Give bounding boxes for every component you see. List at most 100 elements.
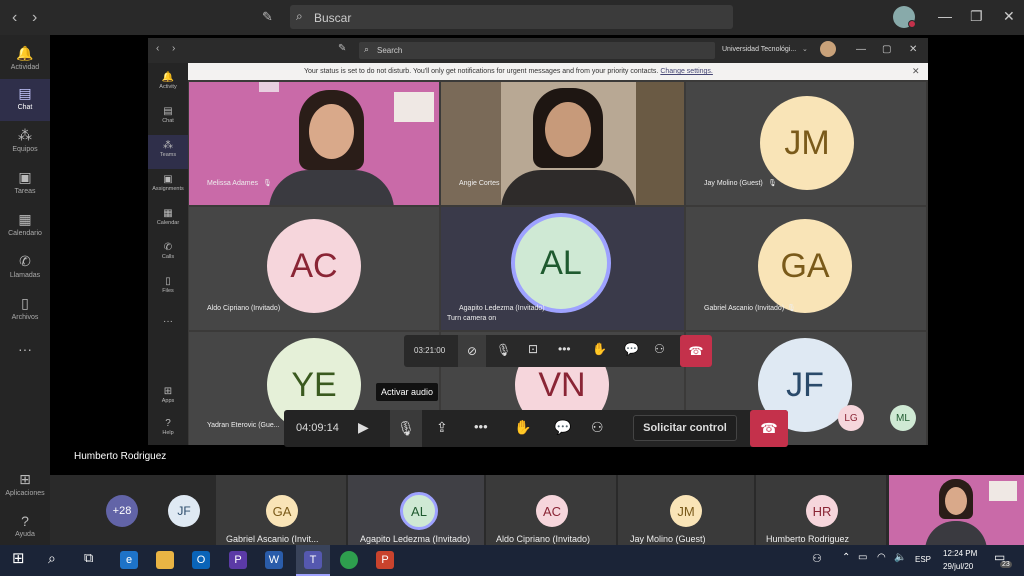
tray-chevron-icon[interactable]: ⌃	[842, 552, 850, 563]
strip-item-gabriel[interactable]: GA Gabriel Ascanio (Invit...	[216, 475, 346, 545]
chevron-down-icon[interactable]: ⌄	[802, 45, 808, 53]
mic-button[interactable]: 🎙	[496, 343, 511, 357]
teams-icon[interactable]: T	[304, 551, 322, 569]
help-icon: ?	[21, 513, 29, 529]
rail-more-button[interactable]: ···	[0, 335, 50, 377]
inner-forward-icon[interactable]: ›	[172, 43, 175, 54]
camera-off-button[interactable]: ⊘	[458, 335, 486, 367]
request-control-button[interactable]: Solicitar control	[633, 415, 737, 441]
rail-item-tareas[interactable]: ▣ Tareas	[0, 163, 50, 205]
rail-item-chat[interactable]: ▤ Chat	[0, 79, 50, 121]
more-button[interactable]: •••	[474, 419, 488, 434]
chrome-icon[interactable]	[340, 551, 358, 569]
inner-hang-up-button[interactable]: ☎	[680, 335, 712, 367]
participants-button[interactable]: ⚇	[591, 419, 604, 436]
inner-rail-calendar[interactable]: ▦ Calendar	[148, 203, 188, 237]
chat-button[interactable]: 💬	[554, 419, 571, 436]
inner-search-input[interactable]: ⌕ Search	[359, 42, 715, 59]
share-screen-button[interactable]: ⊡	[528, 342, 538, 356]
camera-button[interactable]: ▶	[358, 419, 369, 436]
strip-item-jay[interactable]: JM Jay Molino (Guest)	[618, 475, 754, 545]
compose-icon[interactable]: ✎	[262, 9, 273, 25]
inner-compose-icon[interactable]: ✎	[338, 43, 346, 54]
inner-rail-teams[interactable]: ⁂ Teams	[148, 135, 188, 169]
inner-minimize-icon[interactable]: —	[856, 44, 866, 55]
battery-icon[interactable]: ▭	[858, 552, 867, 563]
edge-icon[interactable]: e	[120, 551, 138, 569]
strip-item-agapito[interactable]: AL Agapito Ledezma (Invitado)	[348, 475, 484, 545]
search-icon[interactable]: ⌕	[48, 550, 56, 567]
teams-icon: ⁂	[163, 140, 173, 151]
bell-icon: 🔔	[16, 45, 34, 61]
strip-item-humberto[interactable]: HR Humberto Rodriguez	[756, 475, 886, 545]
minimize-icon[interactable]: —	[938, 8, 952, 24]
word-icon[interactable]: W	[265, 551, 283, 569]
outlook-icon[interactable]: O	[192, 551, 210, 569]
files-icon: ▯	[21, 295, 29, 311]
inner-rail-apps[interactable]: ⊞ Apps	[148, 381, 188, 415]
avatar[interactable]: LG	[838, 405, 864, 431]
video-tile-gabriel[interactable]: GA Gabriel Ascanio (Invitado) 🎙	[686, 207, 926, 330]
back-arrow-icon[interactable]: ‹	[12, 9, 17, 27]
video-tile-jay[interactable]: JM Jay Molino (Guest) 🎙	[686, 82, 926, 205]
inner-rail-files[interactable]: ▯ Files	[148, 271, 188, 305]
org-switcher[interactable]: Universidad Tecnológi...	[722, 46, 796, 53]
rail-item-llamadas[interactable]: ✆ Llamadas	[0, 247, 50, 289]
self-video-preview[interactable]	[889, 475, 1024, 545]
rail-item-aplicaciones[interactable]: ⊞ Aplicaciones	[0, 465, 50, 507]
inner-rail-activity[interactable]: 🔔 Activity	[148, 67, 188, 101]
rail-item-archivos[interactable]: ▯ Archivos	[0, 289, 50, 331]
inner-close-icon[interactable]: ✕	[909, 44, 917, 55]
video-tile-aldo[interactable]: AC Aldo Cipriano (Invitado)	[189, 207, 439, 330]
more-actions-button[interactable]: •••	[558, 342, 571, 356]
maximize-icon[interactable]: ❐	[970, 8, 983, 25]
rail-item-calendario[interactable]: ▦ Calendario	[0, 205, 50, 247]
chat-icon: ▤	[18, 85, 32, 101]
windows-start-icon[interactable]: ⊞	[12, 549, 25, 567]
people-icon[interactable]: ⚇	[812, 552, 822, 565]
file-explorer-icon[interactable]	[156, 551, 174, 569]
apps-icon: ⊞	[163, 386, 173, 397]
volume-icon[interactable]: 🔈	[894, 552, 906, 563]
video-tile-agapito[interactable]: AL Agapito Ledezma (Invitado)	[441, 207, 684, 330]
close-icon[interactable]: ✕	[1003, 8, 1015, 25]
raise-hand-button[interactable]: ✋	[514, 419, 531, 436]
rail-item-equipos[interactable]: ⁂ Equipos	[0, 121, 50, 163]
rail-item-ayuda[interactable]: ? Ayuda	[0, 507, 50, 549]
inner-rail-chat[interactable]: ▤ Chat	[148, 101, 188, 135]
hang-up-button[interactable]: ☎	[750, 410, 788, 447]
mic-off-icon: 🎙	[768, 180, 777, 187]
app-icon[interactable]: P	[229, 551, 247, 569]
inner-back-icon[interactable]: ‹	[156, 43, 159, 54]
notice-close-icon[interactable]: ✕	[912, 66, 920, 77]
task-view-icon[interactable]: ⧉	[84, 550, 93, 566]
more-participants-badge[interactable]: +28	[106, 495, 138, 527]
avatar[interactable]: ML	[890, 405, 916, 431]
rail-item-actividad[interactable]: 🔔 Actividad	[0, 39, 50, 81]
participants-button[interactable]: ⚇	[654, 342, 665, 356]
clock-time[interactable]: 12:24 PM	[943, 549, 977, 558]
clock-date[interactable]: 29/jul/20	[943, 562, 973, 571]
inner-rail-help[interactable]: ? Help	[148, 413, 188, 447]
video-tile-angie[interactable]: Angie Cortes	[441, 82, 684, 205]
forward-arrow-icon[interactable]: ›	[32, 9, 37, 27]
language-indicator[interactable]: ESP	[915, 555, 931, 564]
chat-button[interactable]: 💬	[624, 342, 639, 356]
strip-item-aldo[interactable]: AC Aldo Cipriano (Invitado)	[486, 475, 616, 545]
unmute-button[interactable]: 🎙	[390, 410, 422, 447]
phone-icon: ✆	[19, 253, 31, 269]
avatar[interactable]: JF	[168, 495, 200, 527]
raise-hand-button[interactable]: ✋	[592, 342, 607, 356]
change-settings-link[interactable]: Change settings.	[660, 68, 713, 75]
share-button[interactable]: ⇪	[436, 419, 448, 436]
video-tile-melissa[interactable]: Melissa Adames 🎙	[189, 82, 439, 205]
inner-rail-calls[interactable]: ✆ Calls	[148, 237, 188, 271]
inner-rail-more[interactable]: ···	[148, 311, 188, 345]
more-icon: ···	[18, 341, 32, 357]
outer-search-input[interactable]: ⌕ Buscar	[290, 5, 733, 29]
inner-profile-avatar[interactable]	[820, 41, 836, 57]
wifi-icon[interactable]: ◠	[877, 552, 886, 563]
inner-rail-assignments[interactable]: ▣ Assignments	[148, 169, 188, 203]
inner-maximize-icon[interactable]: ▢	[882, 44, 891, 55]
powerpoint-icon[interactable]: P	[376, 551, 394, 569]
